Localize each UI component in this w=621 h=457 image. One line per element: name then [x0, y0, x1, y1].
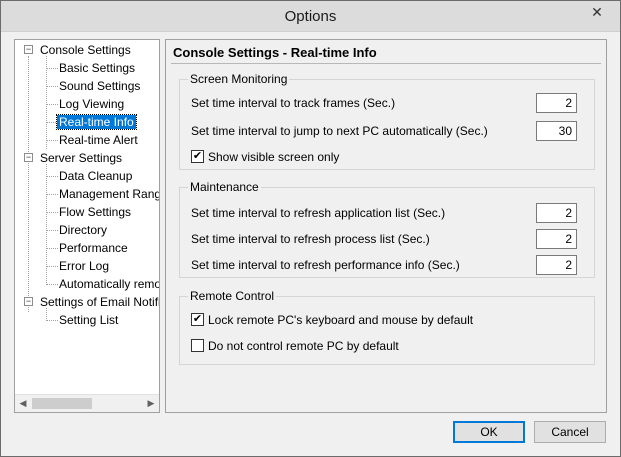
no-control-label: Do not control remote PC by default [208, 339, 399, 353]
show-visible-checkbox[interactable]: ✔ [191, 150, 204, 163]
tree-item-real-time-alert[interactable]: Real-time Alert [57, 131, 140, 149]
show-visible-label: Show visible screen only [208, 150, 340, 164]
tree-item-server-settings[interactable]: Server Settings [38, 149, 124, 167]
close-icon[interactable]: ✕ [582, 1, 612, 23]
window-title: Options [284, 8, 337, 25]
refresh-perf-label: Set time interval to refresh performance… [191, 258, 460, 272]
options-window: Options ✕ − − − Console Settings Basic S… [0, 0, 621, 457]
refresh-proc-label: Set time interval to refresh process lis… [191, 232, 430, 246]
settings-tree[interactable]: − − − Console Settings Basic Settings So… [14, 39, 160, 413]
tree-item-basic-settings[interactable]: Basic Settings [57, 59, 137, 77]
group-label-remote-control: Remote Control [188, 289, 277, 303]
refresh-app-label: Set time interval to refresh application… [191, 206, 446, 220]
title-bar: Options ✕ [1, 1, 620, 32]
tree-item-sound-settings[interactable]: Sound Settings [57, 77, 142, 95]
no-control-checkbox[interactable] [191, 339, 204, 352]
collapse-icon[interactable]: − [24, 45, 33, 54]
tree-item-email-notification[interactable]: Settings of Email Notification [38, 293, 159, 311]
tree-items: − − − Console Settings Basic Settings So… [15, 40, 159, 394]
refresh-perf-input[interactable]: 2 [536, 255, 577, 275]
tree-item-directory[interactable]: Directory [57, 221, 109, 239]
screen-monitoring-group: Screen Monitoring Set time interval to t… [179, 72, 595, 170]
tree-horizontal-scrollbar[interactable]: ◀ ▶ [15, 394, 159, 412]
group-label-maintenance: Maintenance [188, 180, 261, 194]
collapse-icon[interactable]: − [24, 153, 33, 162]
tree-item-flow-settings[interactable]: Flow Settings [57, 203, 133, 221]
settings-panel: Console Settings - Real-time Info Screen… [165, 39, 607, 413]
jump-pc-label: Set time interval to jump to next PC aut… [191, 124, 488, 138]
tree-item-automatically-remove[interactable]: Automatically remove [57, 275, 159, 293]
lock-input-label: Lock remote PC's keyboard and mouse by d… [208, 313, 474, 327]
maintenance-group: Maintenance Set time interval to refresh… [179, 180, 595, 278]
refresh-proc-input[interactable]: 2 [536, 229, 577, 249]
tree-item-setting-list[interactable]: Setting List [57, 311, 120, 329]
scrollbar-thumb[interactable] [32, 398, 92, 409]
tree-item-console-settings[interactable]: Console Settings [38, 41, 133, 59]
ok-button[interactable]: OK [453, 421, 525, 443]
tree-item-error-log[interactable]: Error Log [57, 257, 111, 275]
refresh-app-input[interactable]: 2 [536, 203, 577, 223]
collapse-icon[interactable]: − [24, 297, 33, 306]
jump-pc-input[interactable]: 30 [536, 121, 577, 141]
group-label-screen-monitoring: Screen Monitoring [188, 72, 290, 86]
tree-connector [28, 56, 29, 312]
panel-title: Console Settings - Real-time Info [171, 42, 601, 64]
cancel-button[interactable]: Cancel [534, 421, 606, 443]
remote-control-group: Remote Control ✔ Lock remote PC's keyboa… [179, 289, 595, 365]
scroll-right-icon[interactable]: ▶ [143, 395, 159, 412]
tree-item-real-time-info[interactable]: Real-time Info [56, 113, 137, 131]
tree-item-data-cleanup[interactable]: Data Cleanup [57, 167, 134, 185]
track-frames-input[interactable]: 2 [536, 93, 577, 113]
track-frames-label: Set time interval to track frames (Sec.) [191, 96, 396, 110]
tree-item-management-range[interactable]: Management Range [57, 185, 159, 203]
lock-input-checkbox[interactable]: ✔ [191, 313, 204, 326]
tree-connector [46, 56, 47, 149]
tree-item-performance[interactable]: Performance [57, 239, 130, 257]
scroll-left-icon[interactable]: ◀ [15, 395, 31, 412]
tree-item-log-viewing[interactable]: Log Viewing [57, 95, 126, 113]
